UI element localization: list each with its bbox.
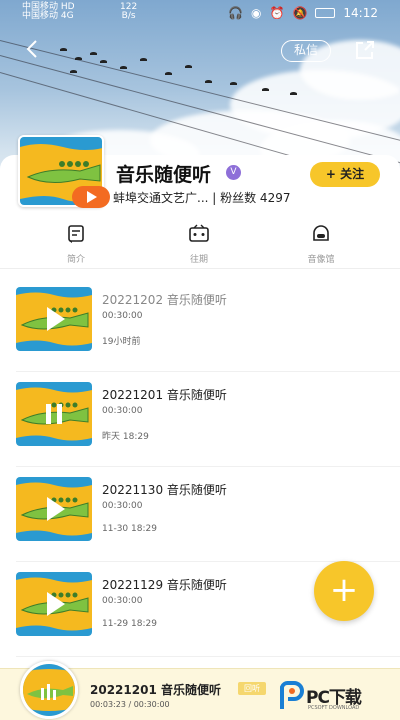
follow-button[interactable]: + 关注 (310, 162, 380, 187)
episode-thumbnail[interactable] (16, 287, 92, 351)
episode-cover-art (16, 572, 92, 636)
episode-row[interactable]: 20221202 音乐随便听 00:30:00 19小时前 (0, 287, 400, 381)
status-bar: 中国移动 HD 中国移动 4G 122 B/s 🎧 ◉ ⏰ 🔕 14:12 (0, 0, 400, 26)
robot-icon (313, 225, 329, 241)
episode-cover-art (16, 287, 92, 351)
tab-intro-label: 简介 (66, 255, 85, 265)
share-icon (356, 41, 374, 59)
net-speed-unit: B/s (121, 11, 136, 21)
row-divider (16, 656, 400, 657)
radio-icon (189, 224, 209, 242)
episode-title: 20221130 音乐随便听 (102, 483, 227, 497)
back-arrow-icon (26, 40, 37, 58)
episode-time: 19小时前 (102, 337, 141, 347)
episode-title: 20221129 音乐随便听 (102, 578, 227, 592)
episode-time: 11-30 18:29 (102, 524, 157, 534)
row-divider (16, 371, 400, 372)
episode-row[interactable]: 20221201 音乐随便听 00:30:00 昨天 18:29 (0, 382, 400, 476)
player-disc[interactable] (20, 661, 78, 719)
program-title: 音乐随便听 (116, 164, 212, 186)
watermark-p-icon (280, 681, 304, 709)
tab-av-hall[interactable]: 音像馆 (291, 224, 351, 265)
headphone-icon: 🎧 (228, 6, 244, 20)
status-right: 🎧 ◉ ⏰ 🔕 14:12 (228, 6, 378, 20)
episode-duration: 00:30:00 (102, 596, 143, 606)
episode-title: 20221201 音乐随便听 (102, 388, 227, 402)
battery-icon (315, 8, 336, 18)
episode-row[interactable]: 20221130 音乐随便听 00:30:00 11-30 18:29 (0, 477, 400, 571)
player-title: 20221201 音乐随便听 (90, 683, 221, 697)
episode-thumbnail[interactable] (16, 572, 92, 636)
clock: 14:12 (343, 6, 378, 20)
episode-time: 11-29 18:29 (102, 619, 157, 629)
episode-cover-art (16, 477, 92, 541)
player-cover-art (23, 664, 75, 716)
tab-av-hall-label: 音像馆 (307, 255, 335, 265)
carrier-2: 中国移动 (22, 11, 59, 21)
episode-duration: 00:30:00 (102, 406, 143, 416)
mute-icon: 🔕 (292, 6, 308, 20)
message-button[interactable]: 私信 (281, 40, 331, 62)
network-badge-2: 4G (60, 11, 74, 21)
episode-time: 昨天 18:29 (102, 432, 149, 442)
net-speed: 122 B/s (120, 3, 137, 21)
back-button[interactable] (22, 38, 44, 60)
alarm-icon: ⏰ (269, 6, 285, 20)
tab-past[interactable]: 往期 (169, 224, 229, 265)
watermark-subtext: PCSOFT DOWNLOAD (308, 705, 360, 711)
verified-icon: V (226, 165, 241, 180)
episode-cover-art (16, 382, 92, 446)
tab-past-label: 往期 (189, 255, 208, 265)
row-divider (16, 466, 400, 467)
program-subline: 蚌埠交通文艺广... | 粉丝数 4297 (113, 191, 291, 205)
episode-thumbnail[interactable] (16, 477, 92, 541)
document-icon (68, 225, 84, 243)
share-button[interactable] (354, 39, 376, 61)
watermark-logo: PC下载 PCSOFT DOWNLOAD (278, 681, 396, 711)
episode-title: 20221202 音乐随便听 (102, 293, 227, 307)
eye-icon: ◉ (251, 6, 262, 20)
plus-icon: + (329, 570, 359, 610)
replay-badge: 回听 (238, 682, 266, 695)
tabs-divider (0, 268, 400, 269)
player-progress: 00:03:23 / 00:30:00 (90, 700, 170, 709)
episode-duration: 00:30:00 (102, 501, 143, 511)
carrier-info: 中国移动 HD 中国移动 4G (22, 3, 75, 21)
episode-duration: 00:30:00 (102, 311, 143, 321)
add-button[interactable]: + (314, 561, 374, 621)
mini-player[interactable]: 20221201 音乐随便听 回听 00:03:23 / 00:30:00 PC… (0, 661, 400, 720)
tab-intro[interactable]: 简介 (46, 224, 106, 265)
episode-thumbnail[interactable] (16, 382, 92, 446)
cover-play-button[interactable] (72, 186, 110, 208)
